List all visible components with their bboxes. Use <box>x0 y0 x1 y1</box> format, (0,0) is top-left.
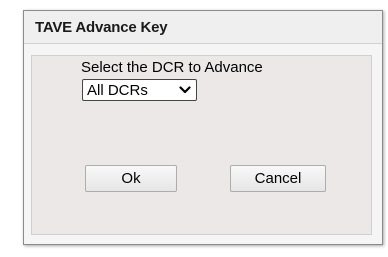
dialog-titlebar: TAVE Advance Key <box>24 11 382 44</box>
advance-key-dialog: TAVE Advance Key Select the DCR to Advan… <box>23 10 383 245</box>
dialog-content: Select the DCR to Advance All DCRs Ok Ca… <box>31 55 372 235</box>
dialog-title: TAVE Advance Key <box>35 19 168 36</box>
dcr-select-value: All DCRs <box>87 81 148 99</box>
ok-button[interactable]: Ok <box>85 165 177 192</box>
dcr-select[interactable]: All DCRs <box>82 79 197 101</box>
dcr-prompt-label: Select the DCR to Advance <box>81 59 263 76</box>
cancel-button[interactable]: Cancel <box>230 165 326 192</box>
chevron-down-icon <box>179 86 191 94</box>
